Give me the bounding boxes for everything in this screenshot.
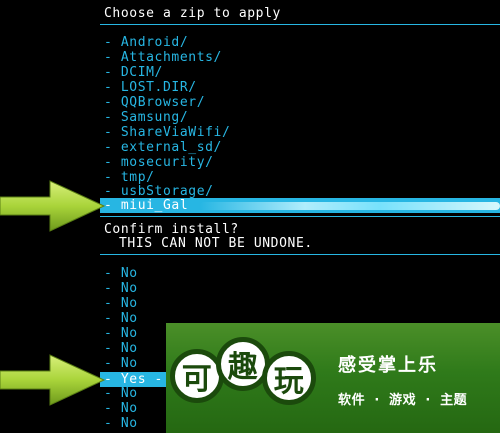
- folder-item[interactable]: - mosecurity/: [104, 155, 500, 170]
- confirm-title: Confirm install?: [104, 222, 239, 237]
- folder-item[interactable]: - Attachments/: [104, 50, 500, 65]
- arrow-right-icon: [0, 354, 106, 406]
- folder-item[interactable]: - LOST.DIR/: [104, 80, 500, 95]
- folder-item[interactable]: - Android/: [104, 35, 500, 50]
- option-no[interactable]: - No: [104, 266, 500, 281]
- folder-item[interactable]: - DCIM/: [104, 65, 500, 80]
- list-divider: [100, 216, 500, 217]
- arrow-right-icon: [0, 180, 106, 232]
- ad-tag: 游戏: [389, 393, 417, 408]
- folder-item[interactable]: - tmp/: [104, 170, 500, 185]
- folder-item[interactable]: - external_sd/: [104, 140, 500, 155]
- ad-tag-separator: ·: [374, 393, 380, 408]
- folder-item[interactable]: - Samsung/: [104, 110, 500, 125]
- option-no[interactable]: - No: [104, 281, 500, 296]
- ad-tags: 软件 · 游戏 · 主题: [338, 389, 471, 408]
- ad-tag: 软件: [338, 393, 366, 408]
- confirm-divider: [100, 254, 500, 255]
- logo-char: 玩: [262, 351, 316, 405]
- folder-item[interactable]: - usbStorage/: [104, 184, 500, 199]
- header-divider: [100, 24, 500, 25]
- blurred-filename: [200, 202, 500, 210]
- ad-slogan: 感受掌上乐: [338, 355, 438, 376]
- ad-tag-separator: ·: [425, 393, 431, 408]
- header-title: Choose a zip to apply: [104, 6, 281, 21]
- brand-logo: 可 趣 玩: [170, 335, 320, 415]
- folder-item[interactable]: - QQBrowser/: [104, 95, 500, 110]
- confirm-warning: THIS CAN NOT BE UNDONE.: [119, 236, 313, 251]
- advertisement-banner[interactable]: 可 趣 玩 感受掌上乐 软件 · 游戏 · 主题: [166, 323, 500, 433]
- option-no[interactable]: - No: [104, 296, 500, 311]
- folder-item[interactable]: - ShareViaWifi/: [104, 125, 500, 140]
- ad-tag: 主题: [440, 393, 468, 408]
